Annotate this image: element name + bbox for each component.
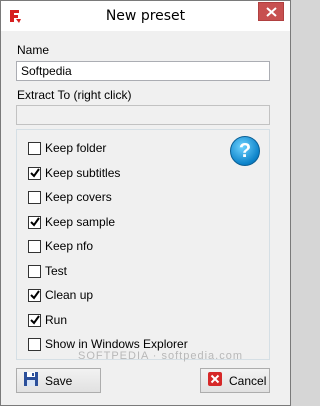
- option-label: Keep folder: [45, 141, 107, 155]
- option-row[interactable]: Keep subtitles: [28, 165, 120, 181]
- option-row[interactable]: Keep covers: [28, 189, 112, 205]
- window-title: New preset: [105, 8, 186, 24]
- checkmark-icon: [30, 314, 40, 325]
- option-row[interactable]: Clean up: [28, 287, 93, 303]
- cancel-x-icon: [207, 371, 223, 390]
- option-checkbox[interactable]: [28, 313, 41, 327]
- option-label: Test: [45, 264, 68, 278]
- options-group: ? Keep folder Keep subtitles Keep covers Ke…: [16, 129, 270, 360]
- option-checkbox[interactable]: [28, 337, 41, 351]
- checkmark-icon: [30, 289, 40, 300]
- name-label: Name: [17, 43, 50, 57]
- option-label: Keep nfo: [45, 239, 94, 253]
- close-icon: [266, 7, 277, 17]
- new-preset-dialog: New preset Name Softpedia Extract To (ri…: [0, 0, 291, 406]
- option-row[interactable]: Keep sample: [28, 214, 115, 230]
- option-checkbox[interactable]: [28, 288, 41, 302]
- option-label: Keep sample: [45, 215, 116, 229]
- close-button[interactable]: [258, 2, 284, 21]
- help-icon[interactable]: ?: [230, 136, 260, 166]
- option-label: Keep subtitles: [45, 166, 121, 180]
- floppy-disk-icon: [23, 371, 39, 390]
- option-label: Keep covers: [45, 190, 112, 204]
- checkmark-icon: [30, 167, 40, 178]
- save-button[interactable]: Save: [16, 368, 101, 393]
- option-row[interactable]: Test: [28, 263, 67, 279]
- option-label: Clean up: [45, 288, 94, 302]
- option-checkbox[interactable]: [28, 190, 41, 204]
- cancel-label: Cancel: [229, 373, 267, 388]
- name-input[interactable]: Softpedia: [16, 61, 270, 81]
- option-row[interactable]: Keep folder: [28, 140, 106, 156]
- save-label: Save: [45, 373, 73, 388]
- option-checkbox[interactable]: [28, 215, 41, 229]
- extract-to-label: Extract To (right click): [17, 88, 132, 102]
- watermark: SOFTPEDIA · softpedia.com: [78, 350, 243, 362]
- option-checkbox[interactable]: [28, 239, 41, 253]
- checkmark-icon: [30, 216, 40, 227]
- title-bar[interactable]: New preset: [1, 1, 290, 31]
- option-checkbox[interactable]: [28, 141, 41, 155]
- extract-to-input[interactable]: [16, 105, 270, 125]
- option-checkbox[interactable]: [28, 166, 41, 180]
- option-label: Run: [45, 313, 68, 327]
- option-row[interactable]: Run: [28, 312, 67, 328]
- option-row[interactable]: Keep nfo: [28, 238, 93, 254]
- dialog-body: Name Softpedia Extract To (right click) …: [8, 31, 282, 398]
- cancel-button[interactable]: Cancel: [200, 368, 270, 393]
- option-label: Show in Windows Explorer: [45, 337, 188, 351]
- option-checkbox[interactable]: [28, 264, 41, 278]
